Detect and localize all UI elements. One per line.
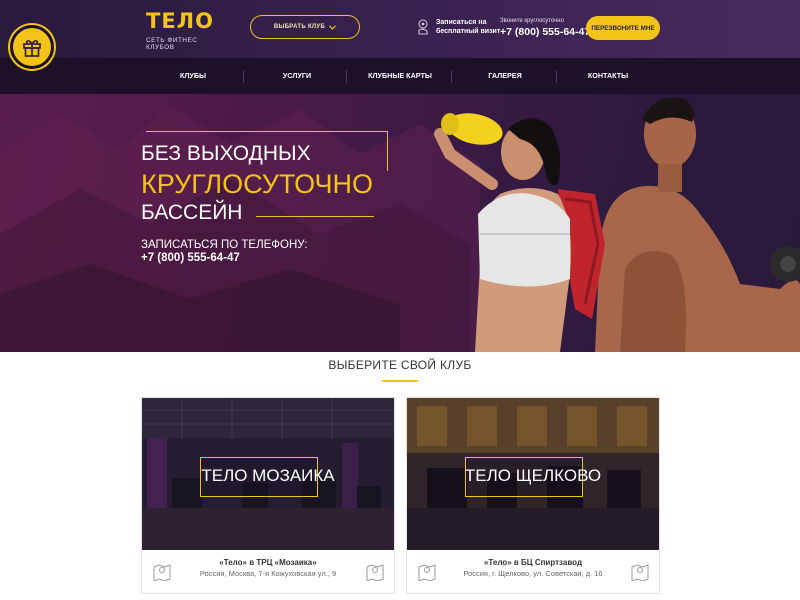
section-title: ВЫБЕРИТЕ СВОЙ КЛУБ bbox=[328, 358, 472, 372]
header-phone-number[interactable]: +7 (800) 555-64-47 bbox=[500, 26, 590, 38]
club-info: «Тело» в ТРЦ «Мозаика» Россия, Москва, 7… bbox=[142, 550, 394, 593]
club-title: «Тело» в ТРЦ «Мозаика» bbox=[219, 558, 317, 567]
nav-divider bbox=[451, 70, 452, 83]
gift-icon bbox=[23, 40, 41, 57]
callback-button[interactable]: ПЕРЕЗВОНИТЕ МНЕ bbox=[586, 16, 660, 40]
club-name: ТЕЛО ЩЕЛКОВО bbox=[464, 466, 602, 485]
nav-item-club-cards[interactable]: КЛУБНЫЕ КАРТЫ bbox=[355, 58, 445, 94]
nav-item-gallery[interactable]: ГАЛЕРЕЯ bbox=[460, 58, 550, 94]
gift-button[interactable] bbox=[10, 25, 54, 69]
club-card-mozaika[interactable]: ТЕЛО МОЗАИКА «Тело» в ТРЦ «Мозаика» Росс… bbox=[141, 397, 395, 594]
nav-item-services[interactable]: УСЛУГИ bbox=[252, 58, 342, 94]
phone-caption: Звоните круглосуточно bbox=[500, 18, 564, 24]
nav-divider bbox=[556, 70, 557, 83]
club-address: Россия, Москва, 7-я Кожуховская ул., 9 bbox=[199, 569, 337, 578]
hero-heading-line1: БЕЗ ВЫХОДНЫХ bbox=[141, 142, 311, 165]
top-header: ТЕЛО СЕТЬ ФИТНЕС КЛУБОВ ВЫБРАТЬ КЛУБ Зап… bbox=[0, 0, 800, 58]
club-info: «Тело» в БЦ Спиртзавод Россия, г. Щелков… bbox=[407, 550, 659, 593]
hero-cta-label: ЗАПИСАТЬСЯ ПО ТЕЛЕФОНУ: bbox=[141, 239, 308, 251]
free-visit-text: Записаться на бесплатный визит bbox=[436, 19, 501, 35]
free-visit-signup[interactable]: Записаться на бесплатный визит bbox=[416, 18, 504, 36]
hero-heading-line2: КРУГЛОСУТОЧНО bbox=[141, 169, 374, 199]
club-photo: ТЕЛО ЩЕЛКОВО bbox=[407, 398, 659, 550]
club-name: ТЕЛО МОЗАИКА bbox=[201, 466, 335, 485]
nav-item-contacts[interactable]: КОНТАКТЫ bbox=[565, 58, 651, 94]
nav-divider bbox=[243, 70, 244, 83]
club-title: «Тело» в БЦ Спиртзавод bbox=[483, 558, 583, 567]
hero-heading-line3: БАССЕЙН bbox=[141, 201, 243, 224]
athletes-image bbox=[434, 97, 800, 352]
section-title-underline bbox=[382, 380, 418, 382]
hero-frame-line bbox=[146, 131, 388, 132]
hero-frame-line bbox=[256, 216, 374, 217]
club-card-schelkovo[interactable]: ТЕЛО ЩЕЛКОВО «Тело» в БЦ Спиртзавод Росс… bbox=[406, 397, 660, 594]
logo[interactable]: ТЕЛО СЕТЬ ФИТНЕС КЛУБОВ bbox=[146, 8, 222, 51]
map-pin-icon bbox=[631, 564, 649, 581]
map-pin-icon bbox=[366, 564, 384, 581]
chevron-down-icon bbox=[329, 24, 337, 30]
main-nav: КЛУБЫ УСЛУГИ КЛУБНЫЕ КАРТЫ ГАЛЕРЕЯ КОНТА… bbox=[0, 58, 800, 94]
hero-cta-phone[interactable]: +7 (800) 555-64-47 bbox=[141, 252, 240, 264]
club-address: Россия, г. Щелково, ул. Советская, д. 16 bbox=[463, 569, 603, 578]
logo-wordmark: ТЕЛО bbox=[146, 9, 214, 33]
nav-divider bbox=[346, 70, 347, 83]
location-hand-icon bbox=[418, 19, 428, 35]
choose-club-label: ВЫБРАТЬ КЛУБ bbox=[273, 24, 326, 30]
nav-item-clubs[interactable]: КЛУБЫ bbox=[150, 58, 236, 94]
header-phone-block: Звоните круглосуточно +7 (800) 555-64-47 bbox=[500, 18, 590, 38]
club-photo: ТЕЛО МОЗАИКА bbox=[142, 398, 394, 550]
choose-club-button[interactable]: ВЫБРАТЬ КЛУБ bbox=[250, 15, 360, 39]
logo-subtitle: СЕТЬ ФИТНЕС КЛУБОВ bbox=[146, 37, 198, 51]
hero-banner: БЕЗ ВЫХОДНЫХ КРУГЛОСУТОЧНО БАССЕЙН ЗАПИС… bbox=[0, 94, 800, 352]
